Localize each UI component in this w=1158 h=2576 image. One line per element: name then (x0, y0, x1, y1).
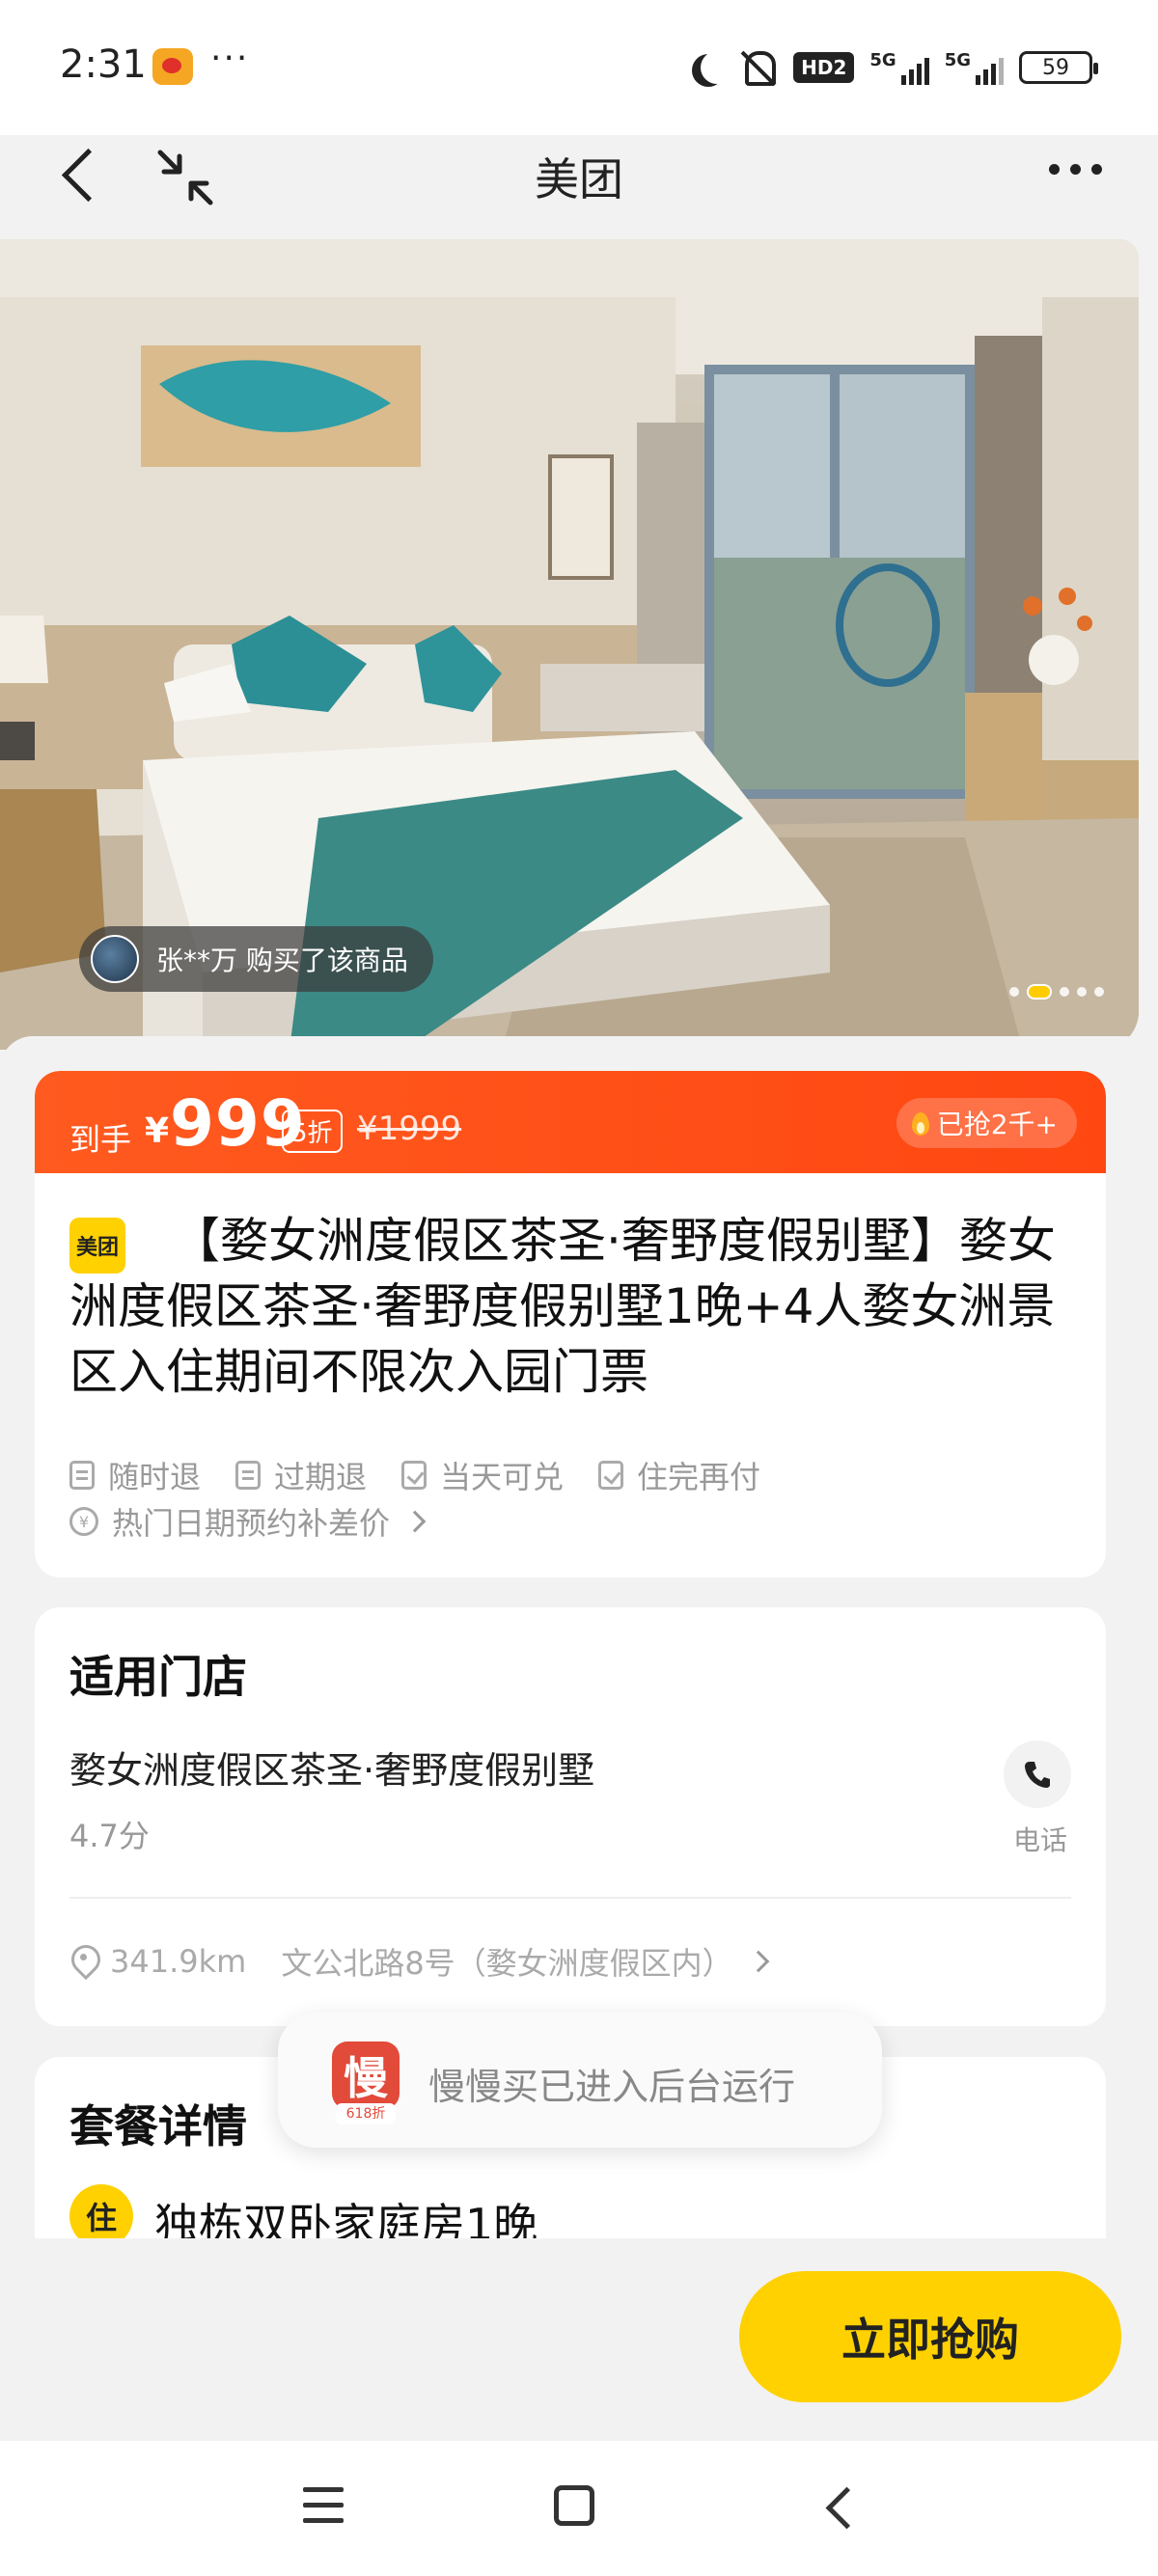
tag-pay-after-stay: 住完再付 (598, 1453, 760, 1497)
tag-refund-anytime: 随时退 (69, 1453, 201, 1497)
chevron-right-icon (747, 1950, 770, 1973)
back-icon[interactable] (54, 147, 104, 206)
home-icon[interactable] (554, 2485, 594, 2526)
menu-icon[interactable] (303, 2487, 344, 2524)
package-section-title: 套餐详情 (69, 2100, 247, 2152)
tag-same-day: 当天可兑 (401, 1453, 564, 1497)
sold-count-badge: 已抢2千+ (896, 1098, 1077, 1148)
address-row[interactable]: 341.9km 文公北路8号（婺女洲度假区内） (69, 1939, 770, 1984)
divider (69, 1897, 1071, 1899)
hot-date-notice[interactable]: ¥ 热门日期预约补差价 (69, 1499, 427, 1544)
toast-text: 慢慢买已进入后台运行 (428, 2066, 796, 2108)
buyer-notice: 张**万 购买了该商品 (79, 926, 433, 992)
moon-icon (701, 51, 733, 84)
calendar-check-icon (401, 1461, 427, 1490)
system-back-icon[interactable] (818, 2485, 861, 2528)
location-pin-icon (69, 1945, 96, 1978)
sold-count-text: 已抢2千+ (936, 1109, 1058, 1140)
store-address: 文公北路8号（婺女洲度假区内） (281, 1945, 733, 1982)
avatar (91, 935, 139, 983)
calendar-check-icon (598, 1461, 624, 1490)
hero-image-carousel[interactable]: 张**万 购买了该商品 (0, 239, 1139, 1050)
price-currency: ¥ (145, 1111, 170, 1151)
store-section-title: 适用门店 (69, 1651, 247, 1703)
weibo-icon (152, 48, 193, 85)
battery-icon: 59 (1019, 51, 1098, 84)
document-icon (69, 1461, 95, 1490)
phone-icon (1025, 1762, 1050, 1788)
background-toast: 慢 618折 慢慢买已进入后台运行 (278, 2013, 882, 2148)
yen-icon: ¥ (69, 1507, 98, 1536)
store-card: 适用门店 婺女洲度假区茶圣·奢野度假别墅 4.7分 电话 341.9km 文公北… (35, 1607, 1106, 2026)
buy-now-button[interactable]: 立即抢购 (739, 2271, 1121, 2402)
flame-icon (910, 1109, 931, 1137)
product-card: 到手 ¥ 999 5折 ¥1999 已抢2千+ 美团 【婺女洲度假区茶圣·奢野度… (35, 1071, 1106, 1577)
phone-button[interactable] (1004, 1740, 1071, 1808)
signal-label-2: 5G (944, 50, 971, 70)
status-more-icon: ··· (210, 39, 250, 78)
store-distance: 341.9km (110, 1943, 247, 1980)
price-bar: 到手 ¥ 999 5折 ¥1999 已抢2千+ (35, 1071, 1106, 1173)
store-name[interactable]: 婺女洲度假区茶圣·奢野度假别墅 (69, 1740, 594, 1794)
more-icon[interactable] (1049, 164, 1102, 175)
price-prefix: 到手 (69, 1121, 132, 1158)
original-price: ¥1999 (357, 1110, 462, 1148)
status-bar: 2:31 ··· HD2 5G 5G 59 (0, 0, 1158, 135)
manmanmai-app-icon: 慢 (332, 2042, 400, 2109)
mute-icon (739, 49, 778, 86)
buyer-notice-text: 张**万 购买了该商品 (156, 945, 408, 976)
signal-icon: 5G (869, 50, 929, 85)
chevron-right-icon (403, 1510, 427, 1533)
signal-icon-2: 5G (945, 50, 1004, 85)
hot-date-text: 热门日期预约补差价 (112, 1505, 391, 1542)
service-tags: 随时退 过期退 当天可兑 住完再付 (69, 1453, 760, 1497)
phone-label: 电话 (1012, 1824, 1067, 1856)
discount-badge: 5折 (282, 1110, 343, 1153)
tag-refund-expired: 过期退 (235, 1453, 367, 1497)
product-title: 【婺女洲度假区茶圣·奢野度假别墅】婺女洲度假区茶圣·奢野度假别墅1晚+4人婺女洲… (69, 1213, 1056, 1400)
shrink-icon[interactable] (154, 147, 216, 208)
document-icon (235, 1461, 262, 1490)
hd-badge: HD2 (793, 52, 855, 83)
system-nav-bar (0, 2441, 1158, 2576)
carousel-indicator (1009, 984, 1104, 1000)
app-icon-caption: 618折 (336, 2103, 396, 2124)
signal-label: 5G (869, 50, 896, 70)
status-time: 2:31 (60, 42, 147, 87)
store-rating: 4.7分 (69, 1818, 150, 1854)
status-indicators: HD2 5G 5G 59 (691, 46, 1098, 89)
